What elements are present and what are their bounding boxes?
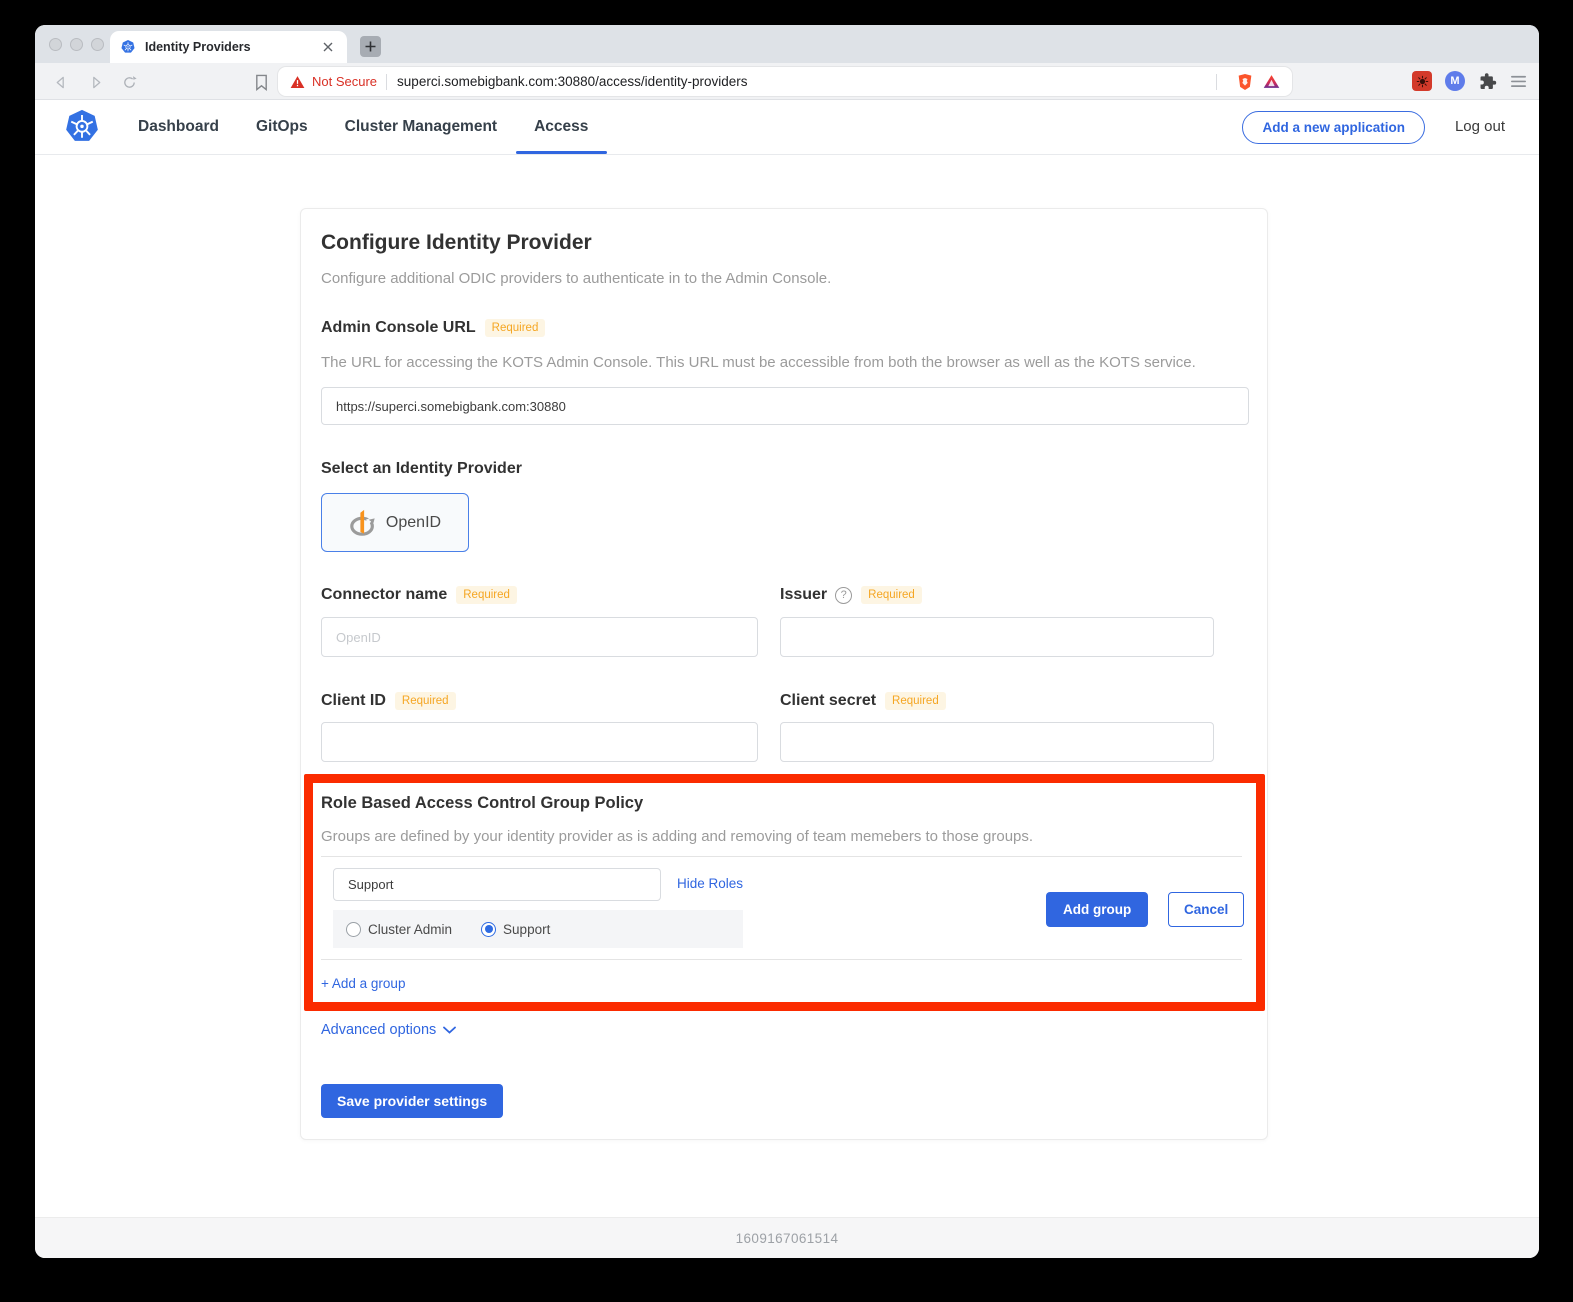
new-tab-button[interactable] (360, 36, 381, 57)
connector-name-input[interactable] (321, 617, 758, 657)
minimize-window-button[interactable] (70, 38, 83, 51)
tab-close-icon[interactable] (319, 38, 337, 56)
nav-dashboard[interactable]: Dashboard (138, 100, 219, 154)
rbac-annotation-highlight: Role Based Access Control Group Policy G… (304, 774, 1265, 1011)
radio-selected-icon (481, 922, 496, 937)
client-secret-input[interactable] (780, 722, 1214, 762)
add-group-button[interactable]: Add group (1046, 892, 1148, 927)
browser-window: Identity Providers Not Secure (35, 25, 1539, 1258)
admin-console-url-label: Admin Console URL (321, 319, 476, 337)
brave-rewards-triangle-icon[interactable] (1263, 74, 1280, 89)
rbac-title: Role Based Access Control Group Policy (321, 794, 643, 813)
save-provider-settings-button[interactable]: Save provider settings (321, 1084, 503, 1118)
advanced-options-label: Advanced options (321, 1022, 436, 1038)
page-content: Configure Identity Provider Configure ad… (35, 155, 1539, 1217)
warning-triangle-icon (290, 75, 305, 89)
rbac-subtitle: Groups are defined by your identity prov… (321, 828, 1033, 845)
roles-row: Cluster Admin Support (333, 910, 743, 948)
client-id-input[interactable] (321, 722, 758, 762)
zoom-window-button[interactable] (91, 38, 104, 51)
role-label: Support (503, 922, 550, 937)
required-badge: Required (456, 586, 517, 604)
required-badge: Required (485, 319, 546, 337)
app-footer: 1609167061514 (35, 1217, 1539, 1258)
divider (386, 74, 387, 90)
close-window-button[interactable] (49, 38, 62, 51)
app-header: Dashboard GitOps Cluster Management Acce… (35, 100, 1539, 155)
radio-unselected-icon (346, 922, 361, 937)
client-id-label: Client ID (321, 692, 386, 710)
hide-roles-link[interactable]: Hide Roles (677, 876, 743, 891)
logout-link[interactable]: Log out (1455, 118, 1505, 135)
client-secret-label: Client secret (780, 692, 876, 710)
nav-gitops[interactable]: GitOps (256, 100, 308, 154)
divider (321, 856, 1242, 857)
nav-access[interactable]: Access (534, 100, 588, 154)
group-name-input[interactable] (333, 868, 661, 901)
extensions-puzzle-icon[interactable] (1478, 72, 1497, 91)
issuer-label: Issuer (780, 586, 827, 604)
openid-provider-tile[interactable]: OpenID (321, 493, 469, 552)
profile-avatar[interactable]: M (1445, 71, 1465, 91)
divider (321, 959, 1242, 960)
tab-title: Identity Providers (145, 40, 319, 54)
security-warning-label[interactable]: Not Secure (312, 74, 377, 89)
window-controls (49, 38, 104, 51)
admin-console-url-input[interactable] (321, 387, 1249, 425)
toolbar-extensions: M (1412, 71, 1527, 91)
page-subtitle: Configure additional ODIC providers to a… (321, 270, 831, 287)
role-radio-cluster-admin[interactable]: Cluster Admin (346, 922, 452, 937)
required-badge: Required (885, 692, 946, 710)
browser-menu-icon[interactable] (1510, 74, 1527, 89)
forward-button[interactable] (85, 72, 105, 92)
required-badge: Required (861, 586, 922, 604)
browser-tab[interactable]: Identity Providers (110, 31, 347, 63)
advanced-options-toggle[interactable]: Advanced options (321, 1022, 456, 1038)
add-a-group-link[interactable]: + Add a group (321, 976, 405, 991)
brave-shield-icon[interactable] (1237, 73, 1253, 91)
bookmark-icon[interactable] (251, 72, 271, 92)
kubernetes-logo-icon[interactable] (63, 108, 101, 151)
cancel-button[interactable]: Cancel (1168, 892, 1244, 927)
role-radio-support[interactable]: Support (481, 922, 550, 937)
select-identity-provider-label: Select an Identity Provider (321, 460, 522, 478)
url-text[interactable]: superci.somebigbank.com:30880/access/ide… (397, 74, 1216, 89)
tab-strip: Identity Providers (35, 25, 1539, 63)
connector-name-label: Connector name (321, 586, 447, 604)
admin-console-url-help: The URL for accessing the KOTS Admin Con… (321, 354, 1196, 371)
chevron-down-icon (443, 1026, 456, 1034)
footer-timestamp: 1609167061514 (736, 1231, 839, 1246)
add-new-application-button[interactable]: Add a new application (1242, 111, 1425, 144)
reload-button[interactable] (119, 72, 139, 92)
openid-option-label: OpenID (386, 514, 441, 532)
nav-cluster-management[interactable]: Cluster Management (345, 100, 497, 154)
role-label: Cluster Admin (368, 922, 452, 937)
main-nav: Dashboard GitOps Cluster Management Acce… (138, 100, 588, 154)
issuer-input[interactable] (780, 617, 1214, 657)
extension-icon[interactable] (1412, 71, 1432, 91)
divider (1216, 74, 1217, 90)
issuer-help-icon[interactable]: ? (835, 587, 852, 604)
required-badge: Required (395, 692, 456, 710)
openid-logo-icon (349, 508, 377, 538)
kubernetes-favicon-icon (120, 39, 136, 55)
address-bar[interactable]: Not Secure superci.somebigbank.com:30880… (278, 67, 1292, 96)
identity-provider-card: Configure Identity Provider Configure ad… (300, 208, 1268, 1140)
back-button[interactable] (51, 72, 71, 92)
page-title: Configure Identity Provider (321, 231, 592, 255)
browser-toolbar: Not Secure superci.somebigbank.com:30880… (35, 63, 1539, 100)
